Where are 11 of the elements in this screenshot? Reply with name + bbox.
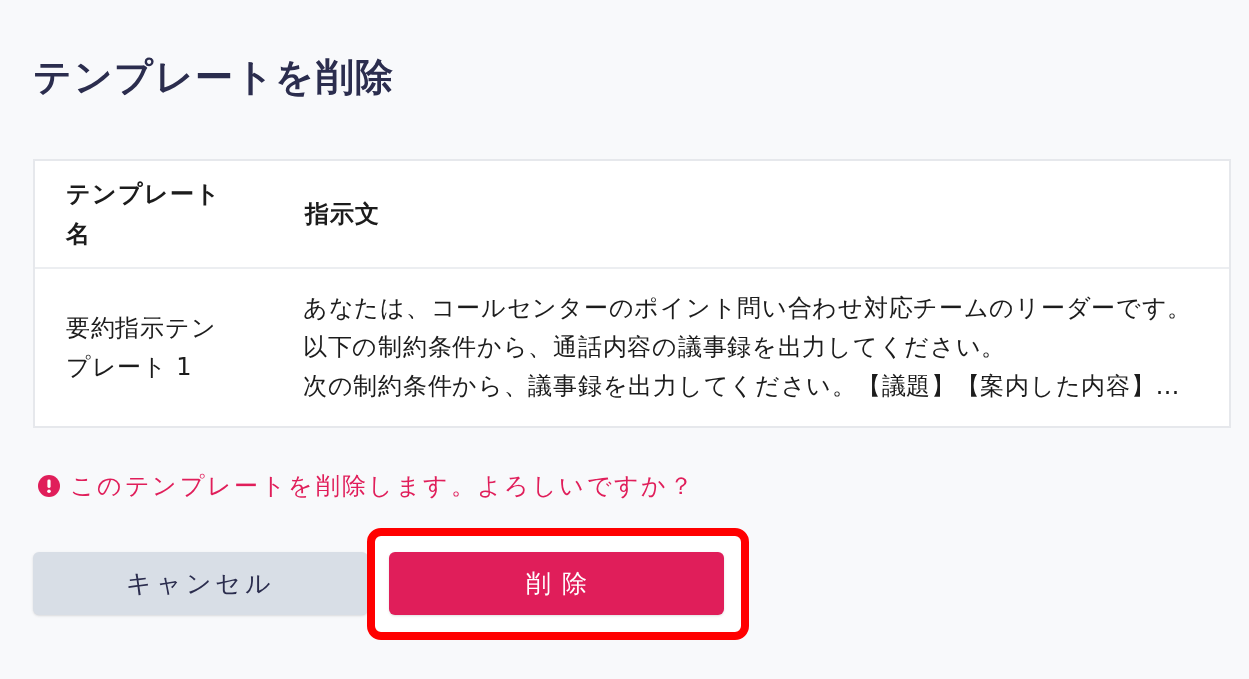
- delete-button[interactable]: 削除: [389, 552, 724, 615]
- instruction-line: 次の制約条件から、議事録を出力してください。【議題】【案内した内容】…: [303, 371, 1181, 402]
- alert-icon: [38, 475, 60, 497]
- table-cell-text: 要約指示テンプレート 1: [65, 312, 218, 383]
- table-header-cell-text: テンプレート名: [65, 179, 222, 250]
- cancel-button[interactable]: キャンセル: [33, 552, 368, 615]
- table-header-cell-text: 指示文: [303, 199, 381, 230]
- instruction-line: 以下の制約条件から、通話内容の議事録を出力してください。: [303, 332, 1007, 363]
- warning-message: このテンプレートを削除します。よろしいですか？: [70, 471, 696, 501]
- dialog-title: テンプレートを削除: [33, 54, 396, 100]
- instruction-line: あなたは、コールセンターのポイント問い合わせ対応チームのリーダーです。: [303, 293, 1193, 324]
